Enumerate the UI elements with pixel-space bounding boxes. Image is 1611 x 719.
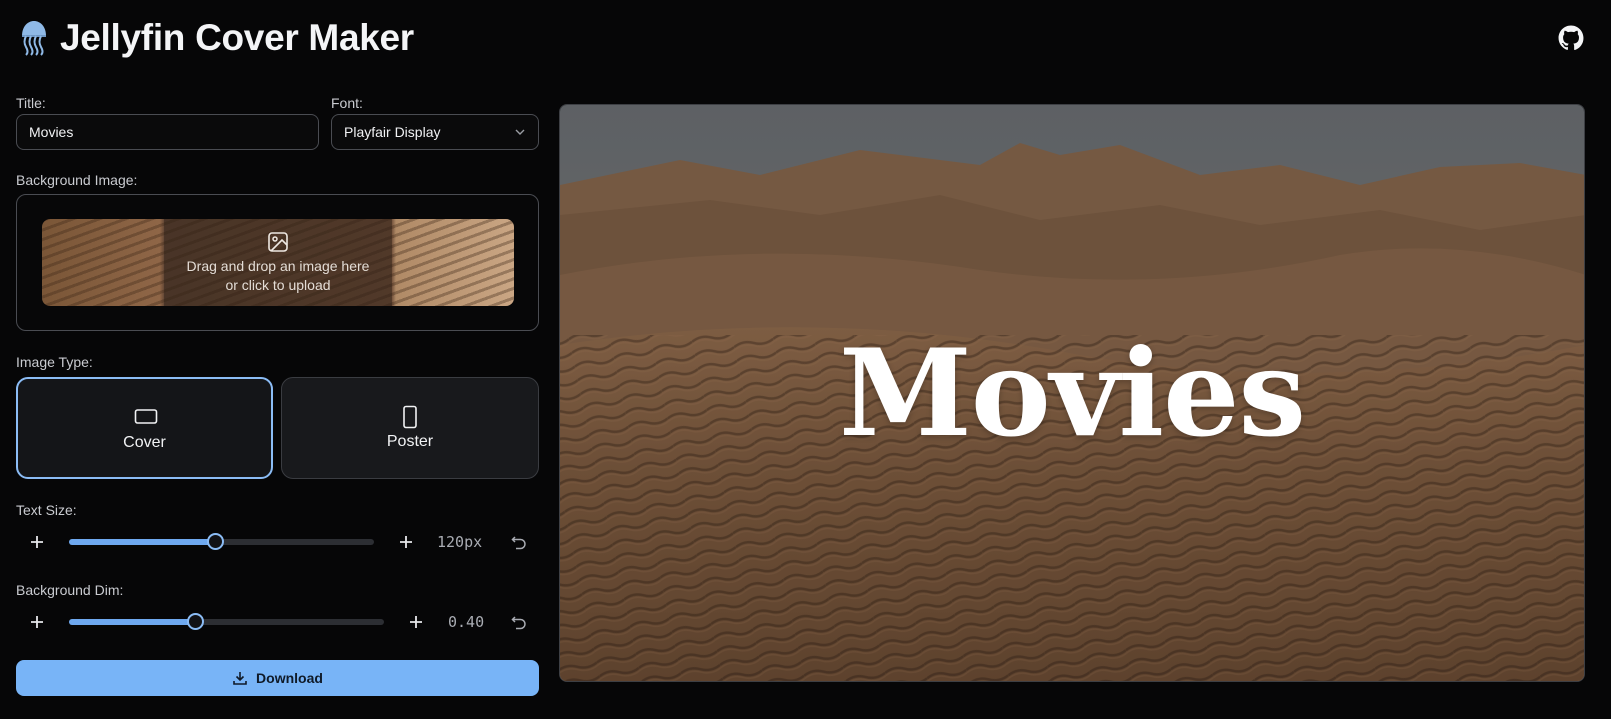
background-image-panel: Drag and drop an image here or click to … — [16, 194, 539, 331]
image-type-label: Image Type: — [16, 354, 93, 370]
font-select[interactable]: Playfair Display — [331, 114, 539, 150]
increase-text-size-button[interactable] — [396, 532, 416, 552]
image-icon — [268, 232, 288, 252]
image-type-cover-label: Cover — [123, 434, 166, 451]
title-label: Title: — [16, 95, 46, 111]
background-dim-value: 0.40 — [448, 613, 485, 631]
jellyfish-logo-icon — [22, 21, 46, 56]
text-size-label: Text Size: — [16, 502, 77, 518]
chevron-down-icon — [515, 129, 525, 135]
font-label: Font: — [331, 95, 363, 111]
background-dim-row: 0.40 — [16, 607, 536, 637]
text-size-slider[interactable] — [69, 533, 374, 550]
cover-preview: Movies — [559, 104, 1585, 682]
landscape-rect-icon — [134, 409, 158, 424]
image-type-cover[interactable]: Cover — [16, 377, 273, 479]
dropzone-text-line1: Drag and drop an image here — [186, 258, 370, 274]
text-size-row: 120px — [16, 527, 536, 557]
background-dim-slider-thumb[interactable] — [187, 613, 204, 630]
background-dim-slider-fill — [69, 619, 195, 625]
background-dim-label: Background Dim: — [16, 582, 124, 598]
download-icon — [233, 672, 247, 685]
background-image-label: Background Image: — [16, 172, 138, 188]
portrait-rect-icon — [403, 405, 417, 429]
download-button-label: Download — [256, 670, 323, 686]
decrease-text-size-button[interactable] — [27, 532, 47, 552]
increase-dim-button[interactable] — [406, 612, 426, 632]
title-input-value: Movies — [29, 124, 74, 140]
text-size-value: 120px — [437, 533, 483, 551]
preview-title: Movies — [838, 322, 1306, 464]
text-size-slider-fill — [69, 539, 216, 545]
reset-text-size-icon[interactable] — [510, 533, 528, 551]
app-title: Jellyfin Cover Maker — [60, 17, 414, 58]
text-size-slider-thumb[interactable] — [207, 533, 225, 550]
image-type-poster[interactable]: Poster — [281, 377, 539, 479]
font-select-value: Playfair Display — [344, 124, 441, 140]
image-type-poster-label: Poster — [386, 433, 434, 450]
image-dropzone[interactable]: Drag and drop an image here or click to … — [42, 219, 514, 306]
download-button[interactable]: Download — [16, 660, 539, 696]
background-dim-slider[interactable] — [69, 613, 384, 630]
app-header: Jellyfin Cover Maker — [0, 0, 1611, 80]
title-input[interactable]: Movies — [16, 114, 319, 150]
reset-dim-icon[interactable] — [510, 613, 528, 631]
dropzone-text-line2: or click to upload — [225, 277, 331, 293]
github-icon[interactable] — [1558, 25, 1584, 51]
decrease-dim-button[interactable] — [27, 612, 47, 632]
